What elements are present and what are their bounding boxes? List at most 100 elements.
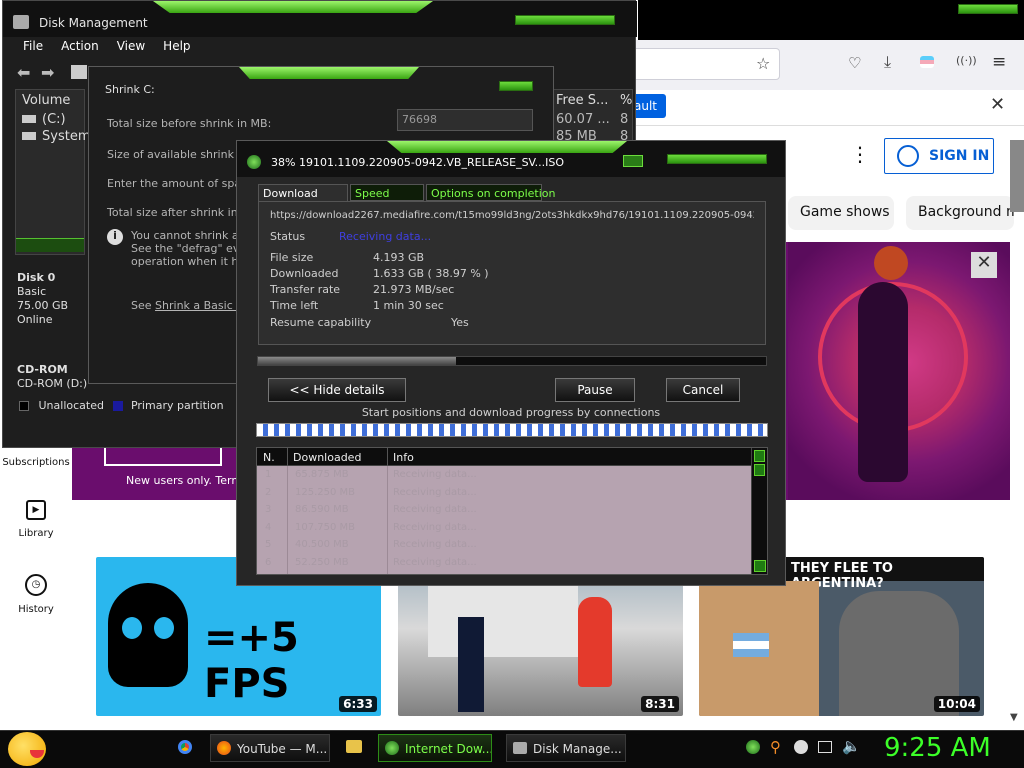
tongue <box>30 750 44 758</box>
window-controls[interactable] <box>667 154 767 164</box>
chip-background[interactable]: Background m <box>906 196 1014 230</box>
volume-tray-icon[interactable]: 🔈 <box>842 737 861 755</box>
chip-game-shows[interactable]: Game shows <box>788 196 894 230</box>
column-percent[interactable]: % <box>620 93 632 108</box>
dialog-title: Shrink C: <box>105 83 155 96</box>
taskbar-youtube[interactable]: YouTube — M... <box>210 734 330 762</box>
menu-help[interactable]: Help <box>163 39 190 53</box>
sidebar-subscriptions[interactable]: Subscriptions <box>0 457 72 468</box>
close-icon[interactable]: ✕ <box>990 94 1005 115</box>
basketball <box>874 246 908 280</box>
idm-tray-icon[interactable] <box>746 740 760 754</box>
time-left-value: 1 min 30 sec <box>373 299 444 312</box>
connection-info: Receiving data... <box>393 469 477 480</box>
see-also: See Shrink a Basic Vo <box>131 299 250 312</box>
connection-info: Receiving data... <box>393 521 477 533</box>
taskbar-idm[interactable]: Internet Dow... <box>378 734 492 762</box>
legend-unallocated: Unallocated <box>38 399 104 412</box>
folder-icon[interactable] <box>346 740 362 753</box>
bookmark-star-icon[interactable]: ☆ <box>756 54 770 73</box>
task-label: Internet Dow... <box>405 742 492 756</box>
sign-in-button[interactable]: SIGN IN <box>884 138 994 174</box>
file-size-value: 4.193 GB <box>373 251 425 264</box>
minus-tray-icon[interactable] <box>794 740 808 754</box>
status-value: Receiving data... <box>339 230 432 243</box>
connection-n: 3 <box>265 504 272 515</box>
cdrom-name: CD-ROM <box>17 363 68 376</box>
sidebar-history[interactable]: ◷ History <box>0 574 72 615</box>
cdrom-label[interactable]: CD-ROM CD-ROM (D:) <box>17 363 87 391</box>
connection-downloaded: 65.875 MB <box>295 469 349 480</box>
table-scrollbar[interactable] <box>751 448 767 574</box>
extension-icon[interactable] <box>920 56 934 68</box>
console-icon[interactable] <box>71 65 87 79</box>
status-label: Status <box>270 230 306 243</box>
close-ad-icon[interactable]: ✕ <box>971 252 997 278</box>
file-size-label: File size <box>270 251 314 264</box>
menu-action[interactable]: Action <box>61 39 99 53</box>
disk0-label[interactable]: Disk 0 Basic 75.00 GB Online <box>17 271 68 327</box>
disk0-status: Online <box>17 313 53 326</box>
legend: Unallocated Primary partition <box>19 399 224 412</box>
horizontal-scrollbar[interactable] <box>16 238 84 252</box>
download-progress-bar <box>257 356 767 366</box>
resume-label: Resume capability <box>270 316 372 329</box>
connection-n: 5 <box>265 539 272 550</box>
column-info[interactable]: Info <box>393 451 414 464</box>
title-accent <box>387 141 627 153</box>
menu-file[interactable]: File <box>23 39 43 53</box>
enter-amount-label: Enter the amount of space <box>107 177 254 190</box>
scroll-down-arrow[interactable]: ▼ <box>1010 712 1018 723</box>
column-n[interactable]: N. <box>263 451 275 464</box>
minimize-to-tray-icon[interactable] <box>623 155 643 167</box>
disk-app-icon <box>13 15 29 29</box>
window-controls[interactable] <box>515 15 615 25</box>
window-title: 38% 19101.1109.220905-0942.VB_RELEASE_SV… <box>271 156 565 169</box>
scroll-up-button[interactable] <box>754 450 765 462</box>
scroll-down-button[interactable] <box>754 560 766 572</box>
connection-info: Receiving data... <box>393 556 477 568</box>
close-button[interactable] <box>499 81 533 91</box>
notification-bar: ault ✕ <box>600 90 1024 126</box>
transfer-rate-value: 21.973 MB/sec <box>373 283 455 296</box>
audio-icon[interactable]: ((·)) <box>956 54 977 67</box>
column-volume[interactable]: Volume <box>22 93 70 108</box>
argentina-flag <box>733 633 769 657</box>
tab-options-on-completion[interactable]: Options on completion <box>426 184 556 201</box>
tab-speed-limiter[interactable]: Speed Limiter <box>350 184 424 213</box>
connection-n: 2 <box>265 486 272 498</box>
url-bar[interactable] <box>612 48 780 80</box>
pause-button[interactable]: Pause <box>555 378 635 402</box>
account-icon <box>897 145 919 167</box>
cancel-button[interactable]: Cancel <box>666 378 740 402</box>
chrome-icon[interactable] <box>178 740 192 754</box>
disk-icon <box>513 742 527 754</box>
window-controls[interactable] <box>958 4 1018 14</box>
search-tray-icon[interactable]: ⚲ <box>770 738 781 756</box>
menu-view[interactable]: View <box>117 39 145 53</box>
forward-arrow-icon[interactable]: ➡ <box>41 63 54 82</box>
scrollbar-thumb[interactable] <box>1010 140 1024 212</box>
tab-download-status[interactable]: Download status <box>258 184 348 213</box>
download-icon[interactable]: ⤓ <box>884 52 891 72</box>
see-prefix: See <box>131 299 152 312</box>
taskbar-disk-management[interactable]: Disk Manage... <box>506 734 626 762</box>
more-options-icon[interactable]: ⋮ <box>850 142 870 166</box>
sidebar-library[interactable]: ▶ Library <box>0 500 72 539</box>
downloaded-value: 1.633 GB ( 38.97 % ) <box>373 267 489 280</box>
volume-row-system[interactable]: System <box>22 129 90 144</box>
scroll-thumb[interactable] <box>754 464 765 476</box>
player-silhouette <box>858 282 908 482</box>
network-tray-icon[interactable] <box>818 741 832 753</box>
menu-hamburger-icon[interactable]: ≡ <box>992 52 1006 72</box>
column-free-space[interactable]: Free S... <box>556 93 608 108</box>
pocket-icon[interactable]: ♡ <box>848 54 861 72</box>
column-divider <box>387 448 388 466</box>
start-button-emoji-icon[interactable] <box>8 732 46 766</box>
taskbar-clock[interactable]: 9:25 AM <box>884 733 991 763</box>
hide-details-button[interactable]: << Hide details <box>268 378 406 402</box>
back-arrow-icon[interactable]: ⬅ <box>17 63 30 82</box>
volume-row-c[interactable]: (C:) <box>22 112 66 127</box>
legend-primary: Primary partition <box>130 399 224 412</box>
column-downloaded[interactable]: Downloaded <box>293 451 361 464</box>
